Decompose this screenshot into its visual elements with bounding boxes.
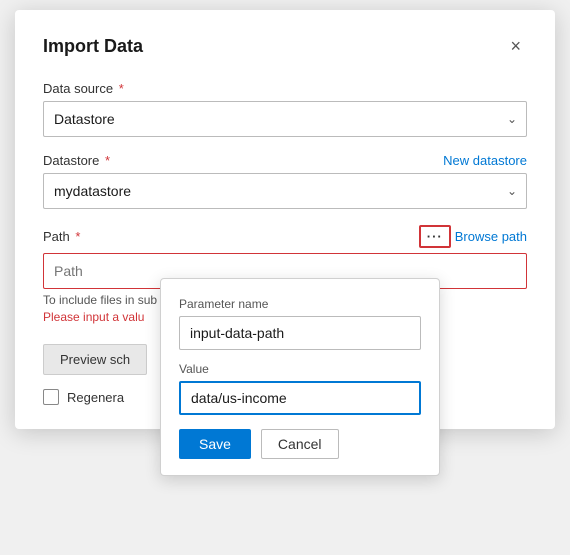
data-source-select-wrapper: Datastore ⌄ [43,101,527,137]
preview-schema-button[interactable]: Preview sch [43,344,147,375]
datastore-label: Datastore * [43,153,110,168]
regenerate-label: Regenera [67,390,124,405]
parameter-popover: Parameter name Value Save Cancel [160,278,440,476]
popover-actions: Save Cancel [179,429,421,459]
param-value-label: Value [179,362,421,376]
path-section-header: Path * ··· Browse path [43,225,527,248]
browse-path-area: ··· Browse path [419,225,527,248]
new-datastore-link[interactable]: New datastore [443,153,527,168]
browse-dots-button[interactable]: ··· [419,225,451,248]
datastore-select-wrapper: mydatastore ⌄ [43,173,527,209]
param-name-input[interactable] [179,316,421,350]
modal-header: Import Data × [43,34,527,59]
datastore-required: * [101,153,110,168]
close-button[interactable]: × [504,34,527,59]
datastore-header: Datastore * New datastore [43,153,527,168]
datastore-select[interactable]: mydatastore [43,173,527,209]
modal-overlay: Import Data × Data source * Datastore ⌄ … [0,0,570,555]
datastore-group: Datastore * New datastore mydatastore ⌄ [43,153,527,209]
modal-title: Import Data [43,36,143,57]
data-source-group: Data source * Datastore ⌄ [43,81,527,137]
popover-cancel-button[interactable]: Cancel [261,429,339,459]
browse-path-link[interactable]: Browse path [455,229,527,244]
data-source-required: * [115,81,124,96]
regenerate-checkbox[interactable] [43,389,59,405]
path-label: Path * [43,229,80,244]
data-source-select[interactable]: Datastore [43,101,527,137]
data-source-label: Data source * [43,81,527,96]
param-value-input[interactable] [179,381,421,415]
param-name-label: Parameter name [179,297,421,311]
import-data-modal: Import Data × Data source * Datastore ⌄ … [15,10,555,429]
popover-save-button[interactable]: Save [179,429,251,459]
path-required: * [72,229,81,244]
